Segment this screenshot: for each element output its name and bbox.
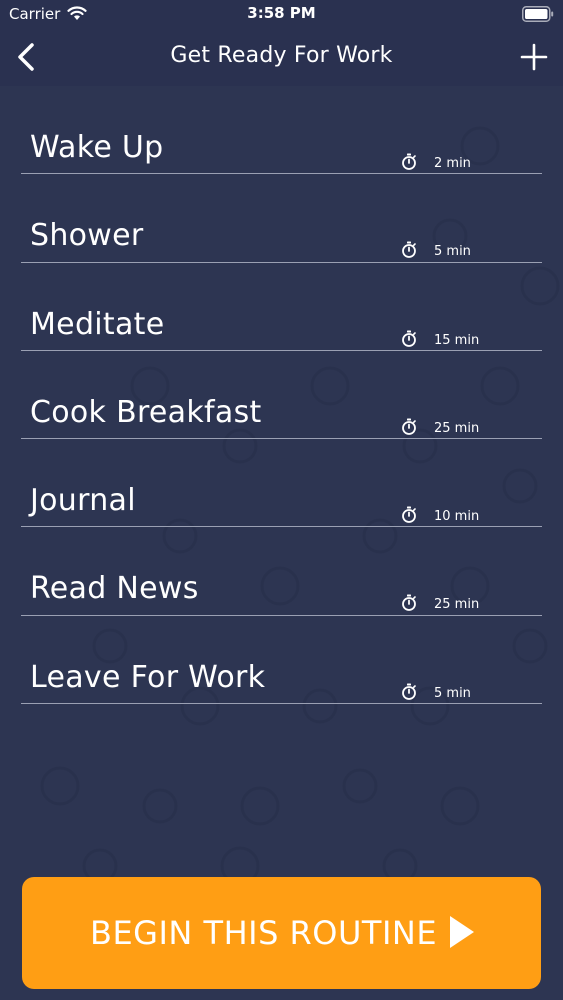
play-icon xyxy=(450,916,474,948)
stopwatch-icon xyxy=(402,241,416,259)
stopwatch-icon xyxy=(402,330,416,347)
routine-step-row[interactable]: Meditate 15 min xyxy=(21,263,542,351)
routine-step-row[interactable]: Shower 5 min xyxy=(21,174,542,263)
routine-step-row[interactable]: Journal 10 min xyxy=(21,439,542,528)
nav-bar: Get Ready For Work xyxy=(0,30,563,86)
battery-icon xyxy=(522,6,554,22)
status-bar: Carrier 3:58 PM xyxy=(0,0,563,30)
step-duration: 10 min xyxy=(434,509,480,525)
step-name: Leave For Work xyxy=(30,659,266,695)
step-name: Cook Breakfast xyxy=(30,394,262,430)
stopwatch-icon xyxy=(402,683,416,700)
step-name: Journal xyxy=(30,483,136,519)
step-duration: 5 min xyxy=(434,685,471,701)
routine-step-row[interactable]: Wake Up 2 min xyxy=(21,86,542,175)
begin-routine-button[interactable]: BEGIN THIS ROUTINE xyxy=(22,877,541,989)
routine-step-row[interactable]: Read News 25 min xyxy=(21,527,542,616)
stopwatch-icon xyxy=(402,594,416,612)
step-duration: 5 min xyxy=(434,244,471,260)
stopwatch-icon xyxy=(402,153,416,170)
step-duration: 15 min xyxy=(434,332,480,348)
step-name: Read News xyxy=(30,571,199,607)
stopwatch-icon xyxy=(402,506,416,524)
status-time: 3:58 PM xyxy=(247,4,316,22)
step-name: Shower xyxy=(30,218,144,254)
step-name: Meditate xyxy=(30,306,165,342)
begin-routine-label: BEGIN THIS ROUTINE xyxy=(90,914,438,952)
step-duration: 2 min xyxy=(434,156,471,171)
stopwatch-icon xyxy=(402,418,416,435)
page-title: Get Ready For Work xyxy=(170,43,393,68)
plus-icon[interactable] xyxy=(519,42,549,72)
step-name: Wake Up xyxy=(30,130,164,165)
routine-step-row[interactable]: Leave For Work 5 min xyxy=(21,616,542,705)
step-duration: 25 min xyxy=(434,420,480,436)
routine-step-row[interactable]: Cook Breakfast 25 min xyxy=(21,351,542,440)
step-duration: 25 min xyxy=(434,597,480,613)
routine-step-list: Wake Up 2 min Shower 5 min Meditate 15 m… xyxy=(0,86,563,705)
